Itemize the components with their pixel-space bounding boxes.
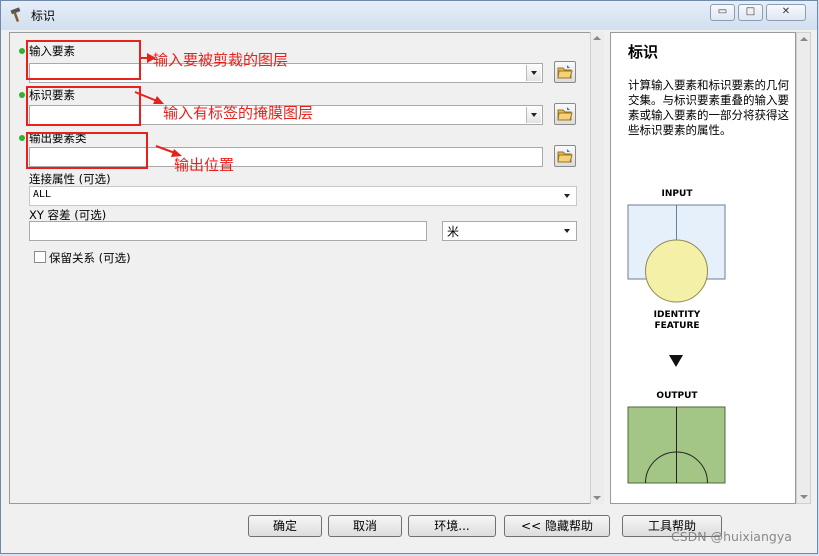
identity-tool-dialog: 标识 ▭ □ ✕ 输入要素 标识要素 输出要素类 连接属性 (可选) ALL X… <box>0 0 818 554</box>
scroll-down-icon[interactable] <box>800 495 808 499</box>
help-panel: 标识 计算输入要素和标识要素的几何交集。与标识要素重叠的输入要素或输入要素的一部… <box>610 32 796 504</box>
identity-output-diagram <box>627 406 726 484</box>
help-description: 计算输入要素和标识要素的几何交集。与标识要素重叠的输入要素或输入要素的一部分将获… <box>628 78 789 137</box>
watermark: CSDN @huixiangya <box>671 529 792 544</box>
help-scrollbar[interactable] <box>796 32 811 504</box>
scroll-up-icon[interactable] <box>800 37 808 41</box>
annotation-text-identity: 输入有标签的掩膜图层 <box>163 104 314 122</box>
diagram-input-caption: INPUT <box>661 189 693 199</box>
cancel-button[interactable]: 取消 <box>328 515 402 537</box>
hide-help-button[interactable]: << 隐藏帮助 <box>504 515 610 537</box>
arrow-down-icon <box>669 355 683 367</box>
annotation-text-output: 输出位置 <box>174 156 235 174</box>
help-title: 标识 <box>628 43 659 61</box>
ok-button[interactable]: 确定 <box>248 515 322 537</box>
diagram-output-caption: OUTPUT <box>656 391 698 401</box>
identity-input-diagram <box>627 204 726 303</box>
annotation-text-input: 输入要被剪裁的图层 <box>153 51 289 69</box>
environments-button[interactable]: 环境... <box>408 515 496 537</box>
diagram-identity-caption: IDENTITY FEATURE <box>649 310 705 332</box>
